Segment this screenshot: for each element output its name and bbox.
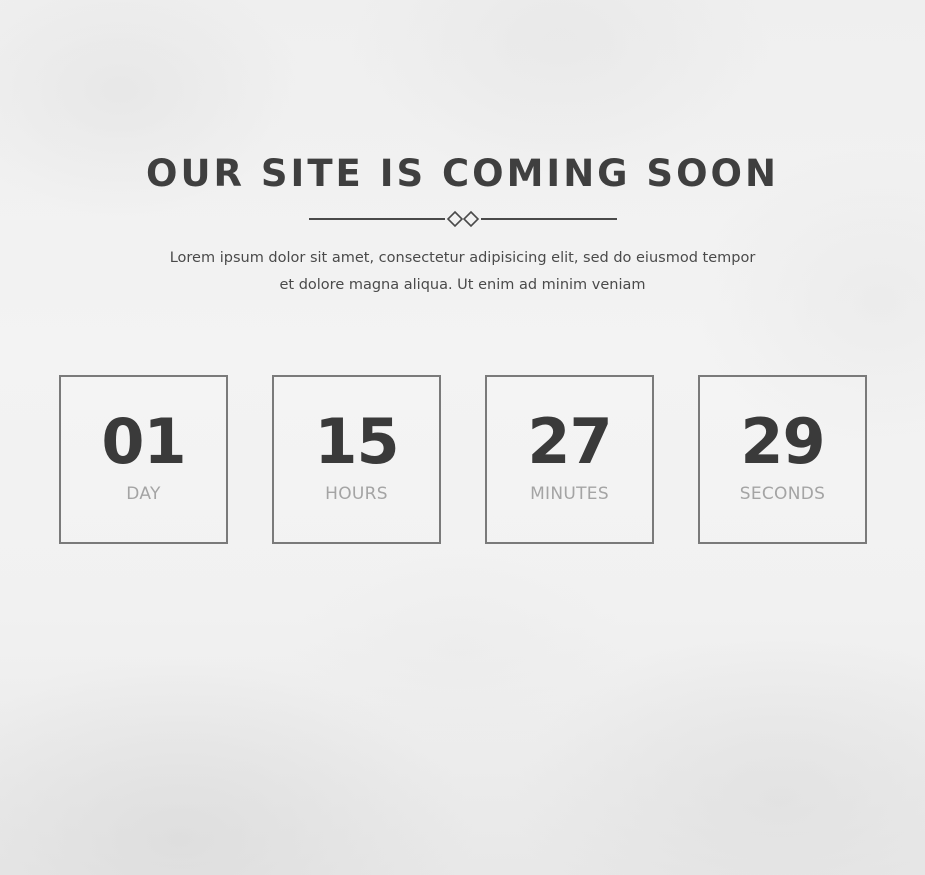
- countdown-box-minutes: 27 MINUTES: [485, 375, 654, 544]
- page-description: Lorem ipsum dolor sit amet, consectetur …: [150, 245, 775, 299]
- countdown-timer: 01 DAY 15 HOURS 27 MINUTES 29 SECONDS: [0, 375, 925, 545]
- countdown-box-day: 01 DAY: [59, 375, 228, 544]
- page-title: OUR SITE IS COMING SOON: [146, 152, 779, 195]
- countdown-value-day: 01: [101, 405, 186, 478]
- countdown-value-seconds: 29: [740, 405, 825, 478]
- countdown-value-minutes: 27: [527, 405, 612, 478]
- coming-soon-page: OUR SITE IS COMING SOON Lorem ipsum dolo…: [0, 0, 925, 875]
- countdown-label-day: DAY: [126, 484, 161, 504]
- countdown-box-seconds: 29 SECONDS: [698, 375, 867, 544]
- description-line-2: et dolore magna aliqua. Ut enim ad minim…: [279, 277, 646, 293]
- countdown-label-hours: HOURS: [325, 484, 388, 504]
- countdown-box-hours: 15 HOURS: [272, 375, 441, 544]
- double-diamond-divider-icon: [309, 210, 617, 228]
- countdown-value-hours: 15: [314, 405, 399, 478]
- countdown-label-minutes: MINUTES: [530, 484, 609, 504]
- description-line-1: Lorem ipsum dolor sit amet, consectetur …: [169, 250, 756, 266]
- countdown-label-seconds: SECONDS: [739, 484, 826, 504]
